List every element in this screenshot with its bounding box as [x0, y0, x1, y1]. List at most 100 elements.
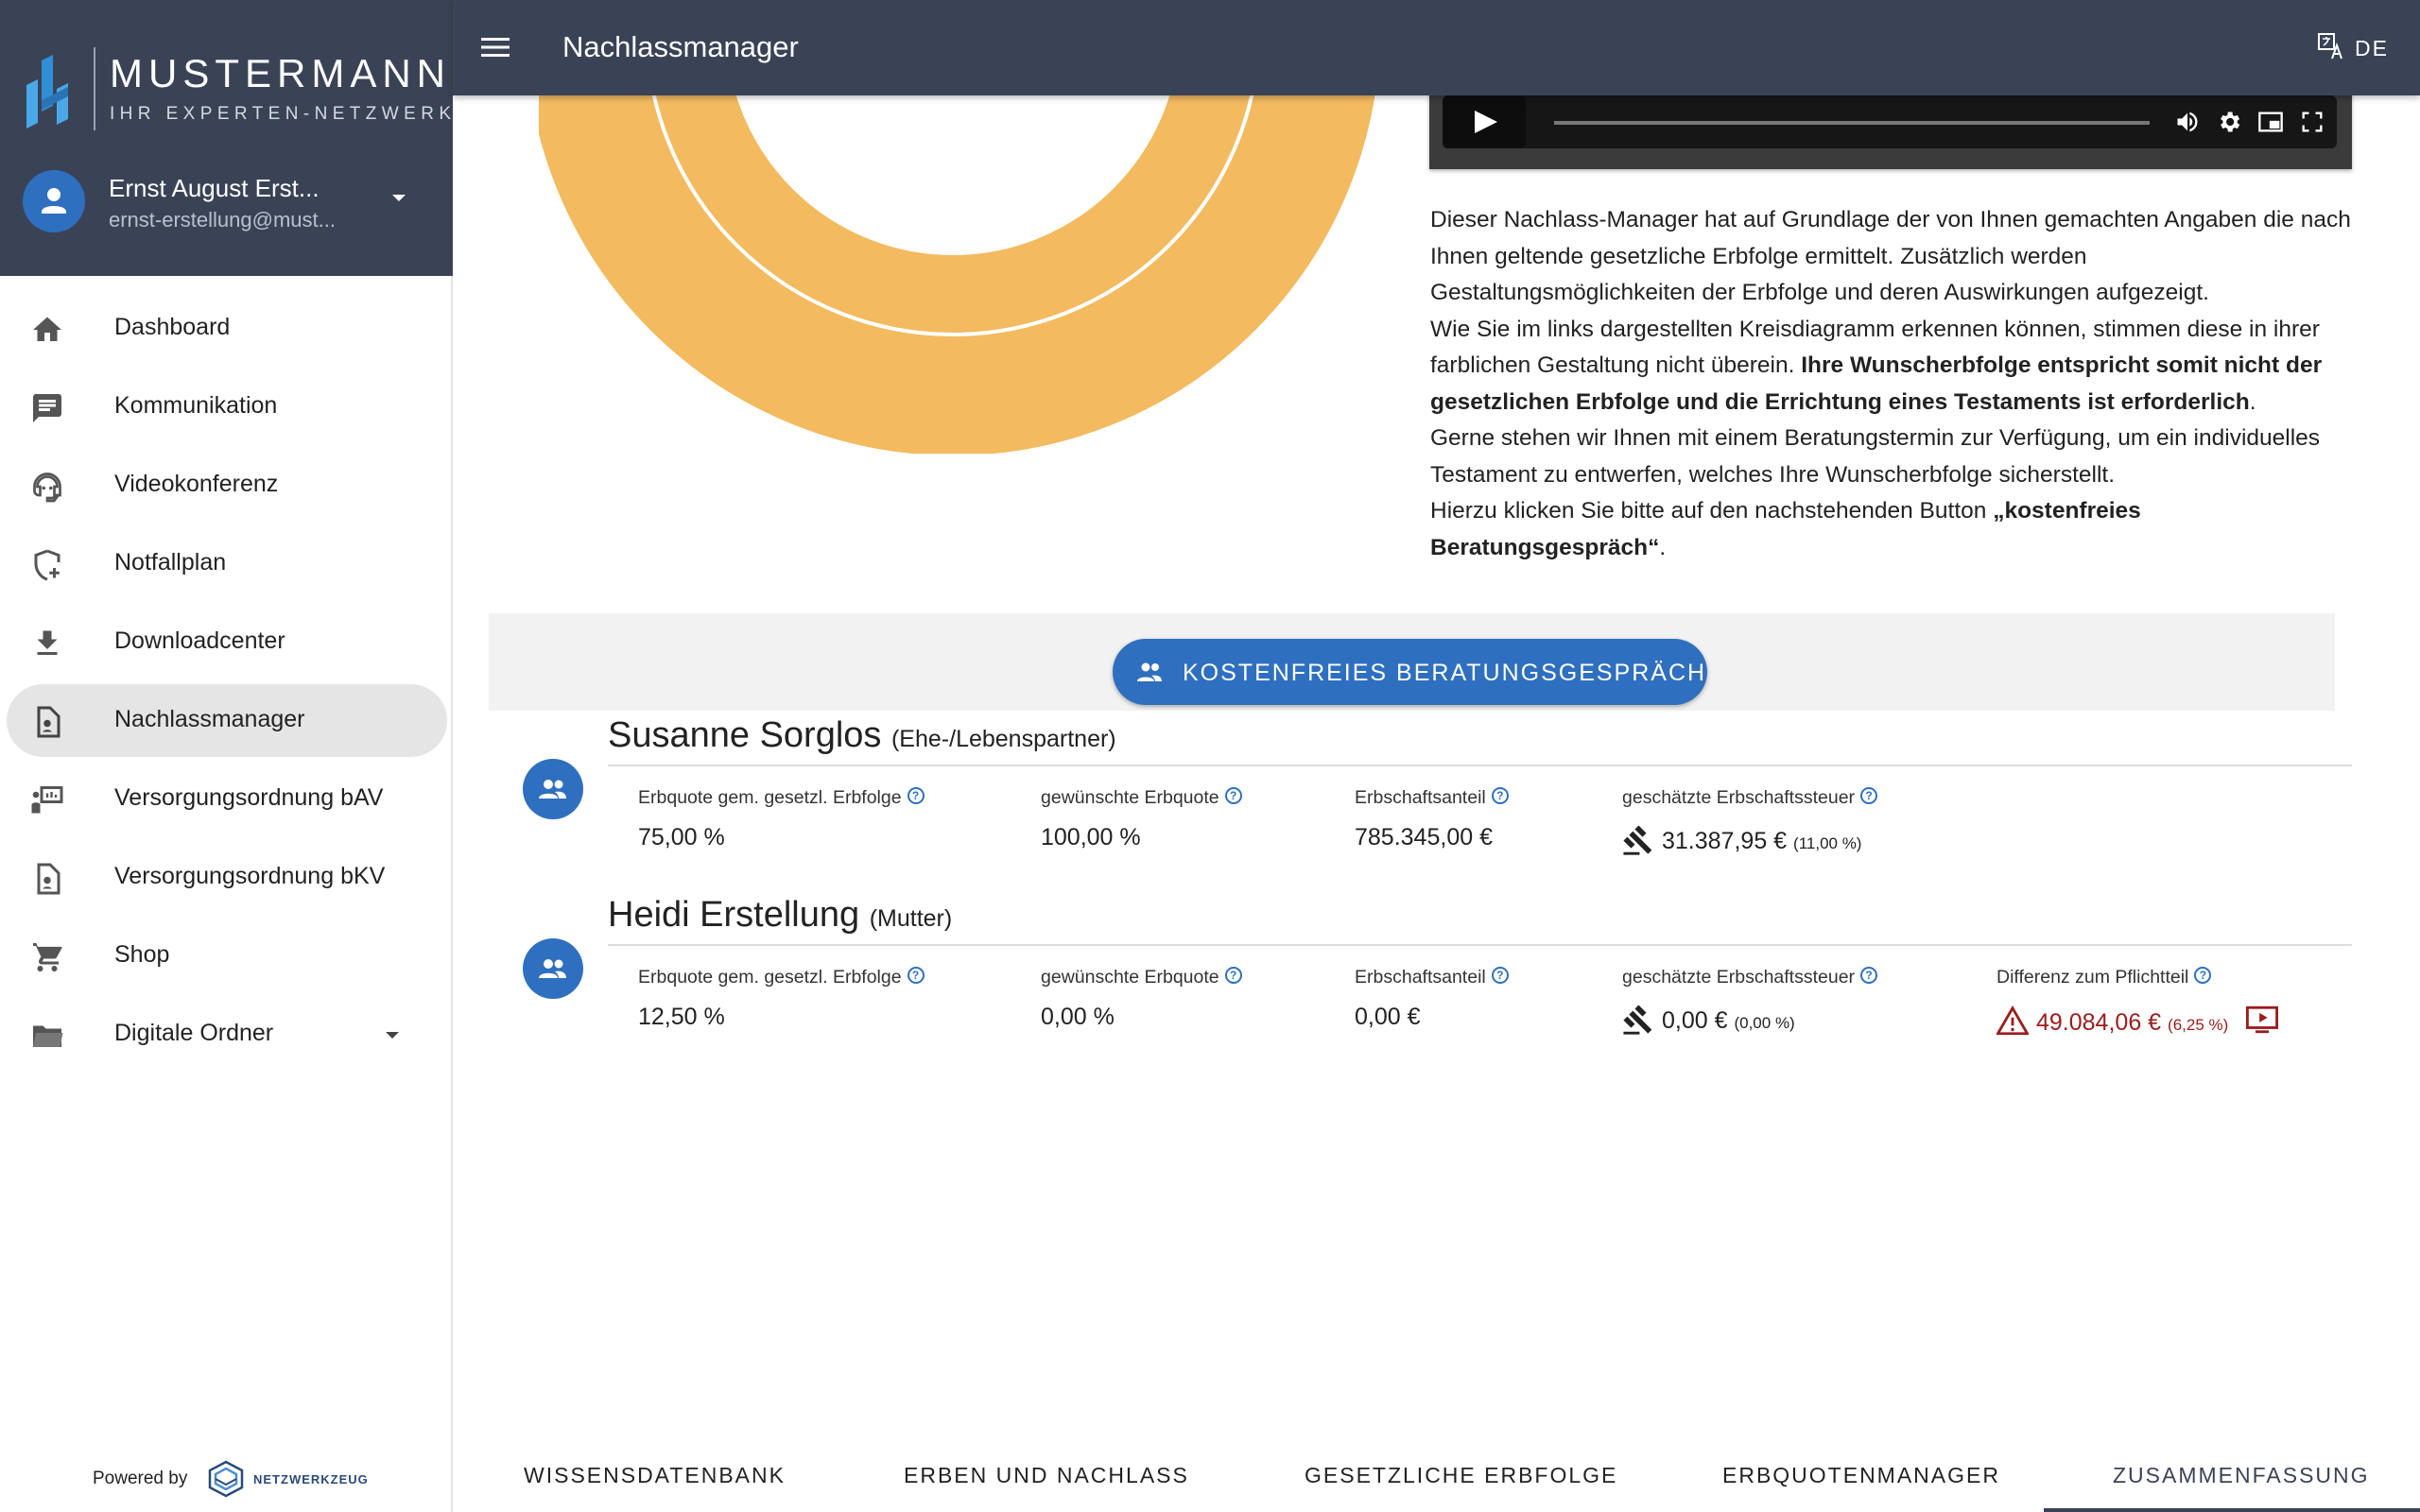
- description-text-part: Hierzu klicken Sie bitte auf den nachste…: [1430, 498, 1994, 524]
- brand-logo[interactable]: MUSTERMANN IHR EXPERTEN-NETZWERK: [23, 47, 451, 137]
- tax-value: 31.387,95 € (11,00 %): [1622, 824, 1877, 856]
- share-value: 0,00 €: [1355, 1004, 1421, 1030]
- quota-wanted-label: gewünschte Erbquote: [1041, 967, 1219, 988]
- tab-zusammenfassung[interactable]: ZUSAMMENFASSUNG: [2113, 1463, 2370, 1488]
- description-paragraph: Dieser Nachlass-Manager hat auf Grundlag…: [1430, 207, 2351, 305]
- help-icon[interactable]: ?: [1860, 787, 1878, 804]
- heir-name-text: Heidi Erstellung: [608, 895, 860, 935]
- quota-legal-value: 75,00 %: [638, 824, 725, 850]
- brand-title: MUSTERMANN: [110, 51, 451, 95]
- chevron-down-icon[interactable]: [386, 1032, 399, 1039]
- video-player[interactable]: [1429, 90, 2352, 169]
- folder-icon: [33, 1025, 63, 1047]
- logo-divider: [94, 47, 95, 130]
- heir-name-text: Susanne Sorglos: [608, 715, 882, 755]
- chevron-down-icon[interactable]: [392, 195, 406, 201]
- share-label: Erbschaftsanteil: [1355, 787, 1486, 808]
- sidebar-item-label: Nachlassmanager: [114, 706, 305, 732]
- sidebar-item-shop[interactable]: Shop: [0, 917, 453, 995]
- group-icon: [539, 959, 566, 978]
- heir-name: Heidi Erstellung (Mutter): [608, 895, 952, 936]
- quota-legal-cell: Erbquote gem. gesetzl. Erbfolge? 12,50 %: [638, 967, 925, 1031]
- heir-name: Susanne Sorglos (Ehe-/Lebenspartner): [608, 715, 1116, 756]
- quota-legal-label: Erbquote gem. gesetzl. Erbfolge: [638, 787, 902, 808]
- user-menu[interactable]: Ernst August Erst... ernst-erstellung@mu…: [23, 170, 429, 232]
- sidebar-item-label: Digitale Ordner: [114, 1020, 274, 1046]
- tab-erben-und-nachlass[interactable]: ERBEN UND NACHLASS: [904, 1463, 1189, 1488]
- sidebar-item-videokonferenz[interactable]: Videokonferenz: [0, 446, 453, 524]
- help-icon[interactable]: ?: [907, 787, 925, 804]
- sidebar-item-versorgungsordnung-bav[interactable]: Versorgungsordnung bAV: [0, 760, 453, 838]
- sidebar-item-kommunikation[interactable]: Kommunikation: [0, 368, 453, 446]
- help-icon[interactable]: ?: [1491, 967, 1509, 984]
- document-icon: [37, 706, 60, 738]
- home-icon: [33, 317, 61, 341]
- volume-icon[interactable]: [2174, 109, 2201, 135]
- quota-wanted-value: 100,00 %: [1041, 824, 1141, 850]
- tax-amount: 31.387,95 €: [1662, 828, 1788, 854]
- share-value: 785.345,00 €: [1355, 824, 1493, 850]
- fullscreen-icon[interactable]: [2299, 109, 2325, 135]
- help-icon[interactable]: ?: [1491, 787, 1509, 804]
- play-button[interactable]: [1443, 95, 1526, 148]
- avatar: [523, 938, 583, 999]
- share-cell: Erbschaftsanteil? 0,00 €: [1355, 967, 1509, 1031]
- menu-icon[interactable]: [481, 36, 510, 59]
- help-icon[interactable]: ?: [1860, 967, 1878, 984]
- help-icon[interactable]: ?: [2194, 967, 2212, 984]
- free-consultation-label: KOSTENFREIES BERATUNGSGESPRÄCH: [1183, 660, 1707, 686]
- sidebar-item-label: Videokonferenz: [114, 471, 279, 497]
- quota-wanted-label: gewünschte Erbquote: [1041, 787, 1219, 808]
- sidebar-item-label: Shop: [114, 941, 170, 968]
- sidebar-item-versorgungsordnung-bkv[interactable]: Versorgungsordnung bKV: [0, 838, 453, 917]
- help-icon[interactable]: ?: [1224, 787, 1242, 804]
- chat-icon: [33, 394, 61, 422]
- help-icon[interactable]: ?: [1224, 967, 1242, 984]
- active-tab-indicator: [2044, 1508, 2420, 1512]
- tax-amount: 0,00 €: [1662, 1007, 1728, 1034]
- user-name: Ernst August Erst...: [109, 174, 320, 202]
- sidebar-item-label: Downloadcenter: [114, 627, 285, 654]
- tax-label: geschätzte Erbschaftssteuer: [1622, 787, 1856, 808]
- sidebar-item-dashboard[interactable]: Dashboard: [0, 289, 453, 368]
- video-controls: [1443, 95, 2337, 148]
- free-consultation-button[interactable]: KOSTENFREIES BERATUNGSGESPRÄCH: [1113, 639, 1707, 705]
- powered-by[interactable]: Powered by NETZWERKZEUG: [93, 1453, 433, 1501]
- sidebar-header: MUSTERMANN IHR EXPERTEN-NETZWERK Ernst A…: [0, 0, 453, 276]
- sidebar-item-nachlassmanager[interactable]: Nachlassmanager: [0, 681, 453, 760]
- picture-in-picture-icon[interactable]: [2257, 109, 2284, 135]
- sidebar-nav: Dashboard Kommunikation Videokonferenz N…: [0, 289, 453, 1074]
- tab-erbquotenmanager[interactable]: ERBQUOTENMANAGER: [1722, 1463, 2000, 1488]
- translate-icon[interactable]: [2317, 32, 2345, 60]
- sidebar: MUSTERMANN IHR EXPERTEN-NETZWERK Ernst A…: [0, 0, 453, 1512]
- cta-band: KOSTENFREIES BERATUNGSGESPRÄCH: [489, 613, 2335, 711]
- tab-gesetzliche-erbfolge[interactable]: GESETZLICHE ERBFOLGE: [1305, 1463, 1617, 1488]
- tax-value: 0,00 € (0,00 %): [1622, 1004, 1877, 1036]
- heir-card: Susanne Sorglos (Ehe-/Lebenspartner) Erb…: [523, 715, 2352, 855]
- video-play-icon[interactable]: [2246, 1004, 2279, 1036]
- tax-percent: (11,00 %): [1793, 834, 1862, 852]
- tax-percent: (0,00 %): [1734, 1014, 1795, 1032]
- netzwerkzeug-logo-icon: [208, 1460, 244, 1498]
- bottom-tabs: WISSENSDATENBANK ERBEN UND NACHLASS GESE…: [453, 1436, 2420, 1512]
- language-selector[interactable]: DE: [2355, 36, 2389, 61]
- sidebar-item-notfallplan[interactable]: Notfallplan: [0, 524, 453, 603]
- video-progress-bar[interactable]: [1554, 121, 2150, 125]
- sidebar-item-label: Dashboard: [114, 314, 231, 340]
- help-icon[interactable]: ?: [907, 967, 925, 984]
- document-icon: [37, 863, 60, 895]
- share-label: Erbschaftsanteil: [1355, 967, 1486, 988]
- sidebar-item-label: Notfallplan: [114, 549, 227, 576]
- sidebar-item-digitale-ordner[interactable]: Digitale Ordner: [0, 995, 453, 1074]
- sidebar-item-downloadcenter[interactable]: Downloadcenter: [0, 603, 453, 681]
- play-icon: [1475, 111, 1497, 133]
- settings-gear-icon[interactable]: [2216, 109, 2242, 135]
- diff-amount: 49.084,06 €: [2036, 1009, 2162, 1036]
- brand-subtitle: IHR EXPERTEN-NETZWERK: [110, 104, 457, 124]
- powered-by-label: Powered by: [93, 1469, 188, 1488]
- headset-icon: [33, 472, 61, 503]
- tab-wissensdatenbank[interactable]: WISSENSDATENBANK: [524, 1463, 786, 1488]
- tax-cell: geschätzte Erbschaftssteuer? 31.387,95 €…: [1622, 787, 1878, 856]
- shield-plus-icon: [34, 549, 60, 581]
- sidebar-item-label: Versorgungsordnung bKV: [114, 863, 386, 889]
